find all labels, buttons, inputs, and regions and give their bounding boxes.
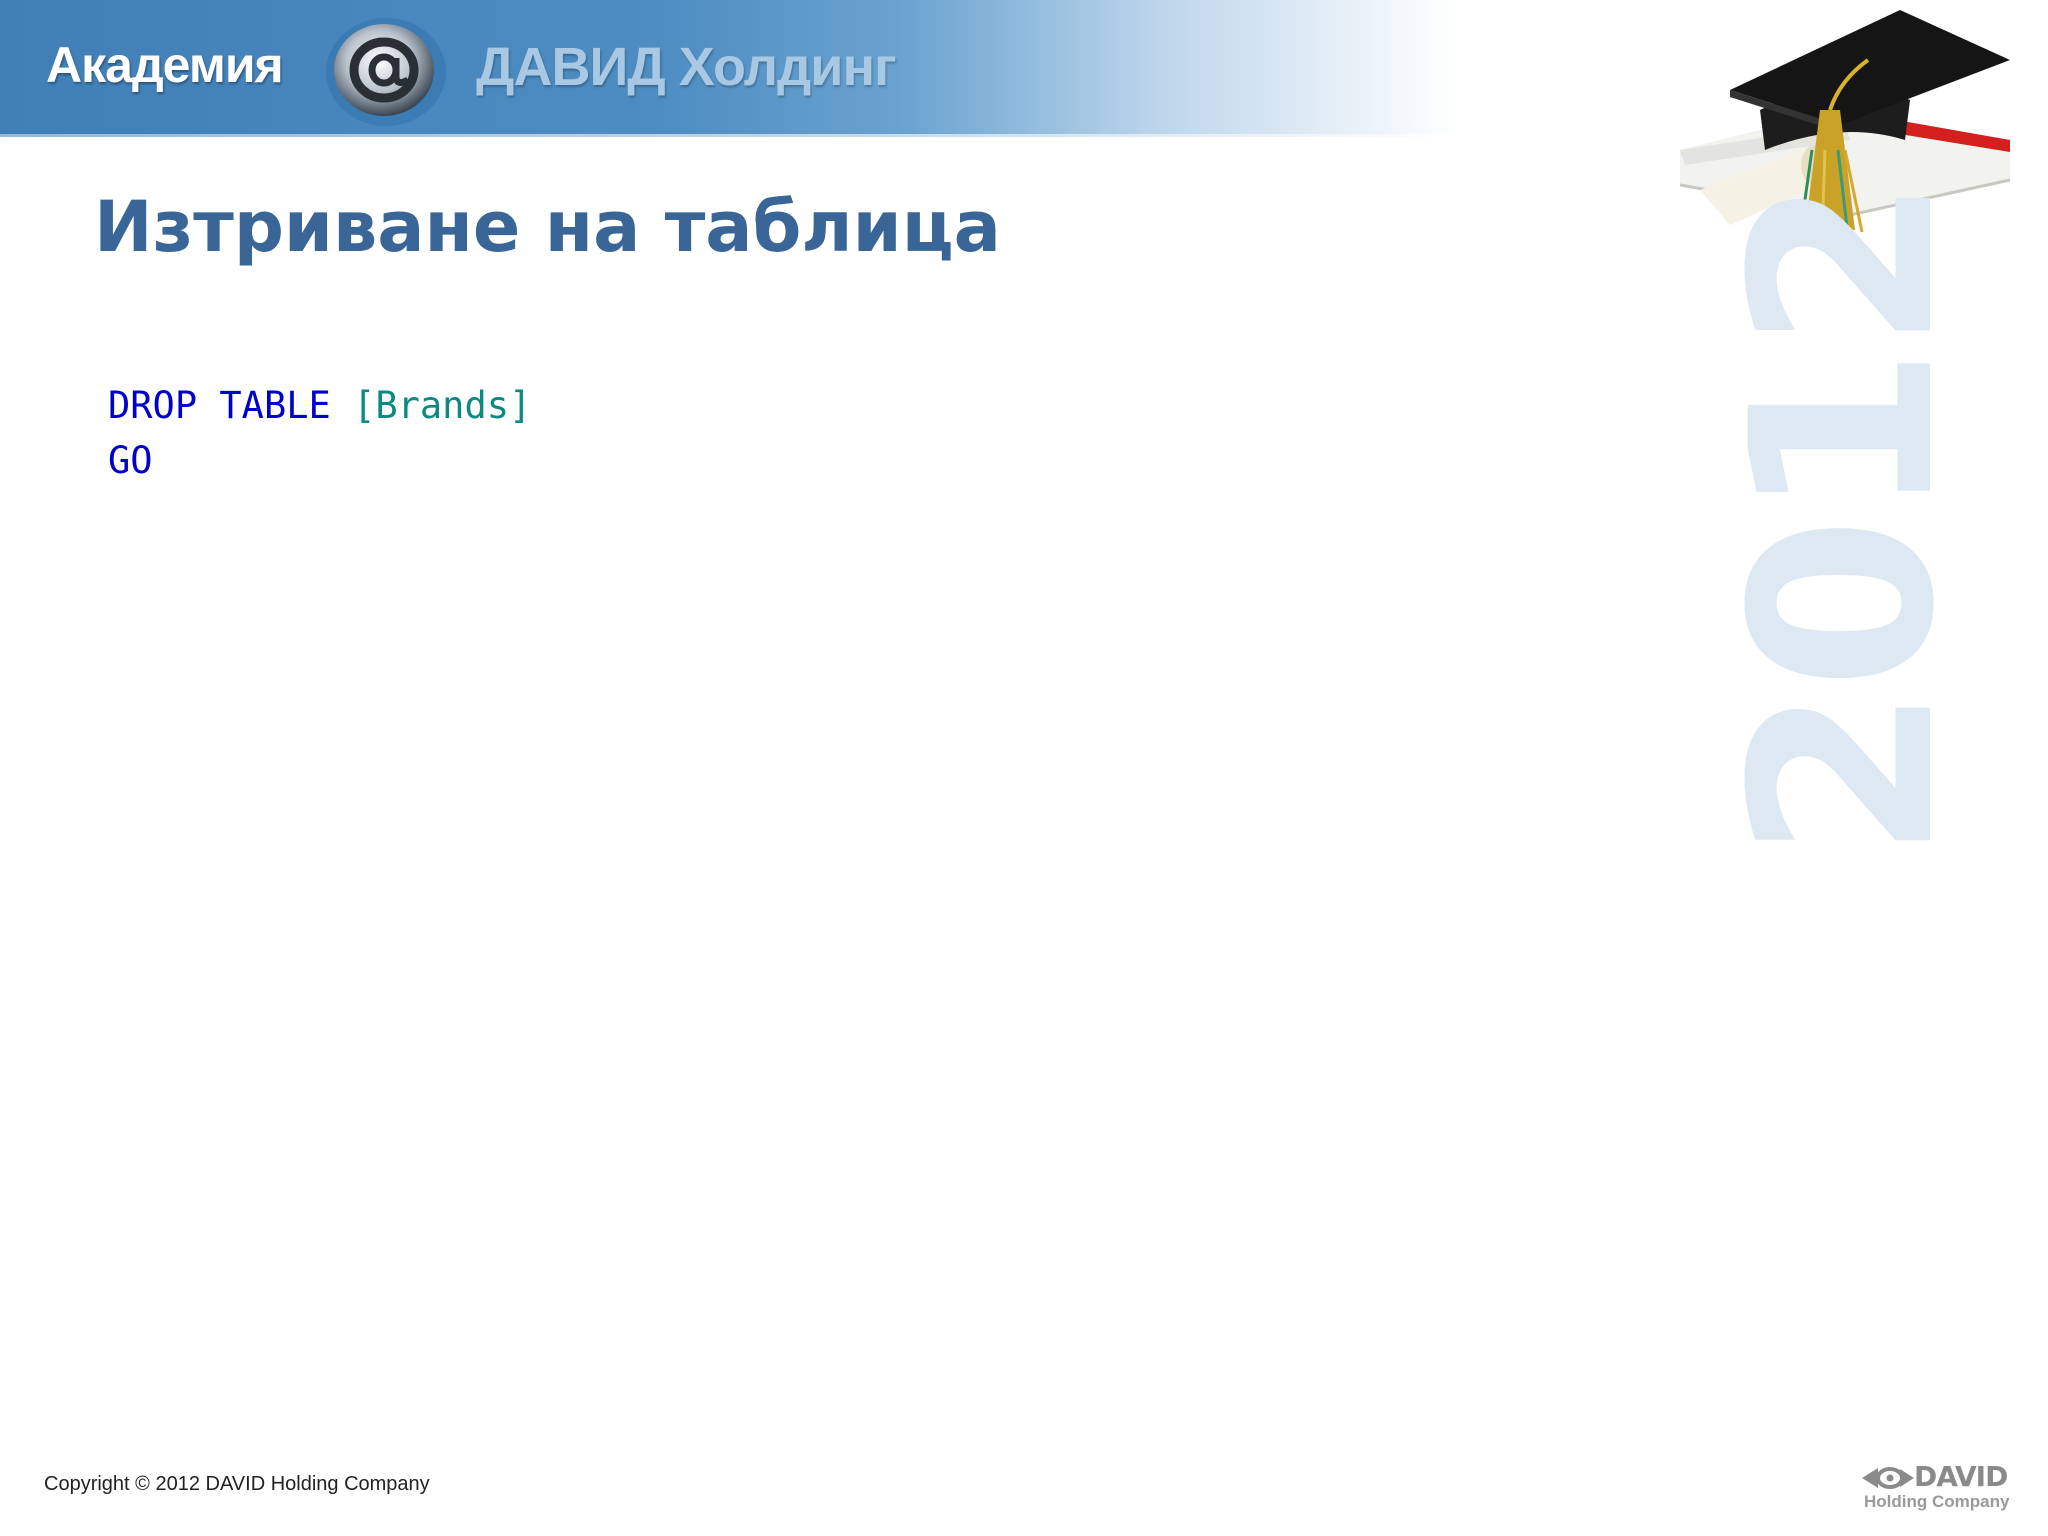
footer-logo-name: DAVID <box>1914 1460 2008 1493</box>
slide-title: Изтриване на таблица <box>94 186 1001 268</box>
footer-logo-subtitle: Holding Company <box>1864 1492 2010 1511</box>
year-watermark: 2012 <box>1698 180 1989 860</box>
footer-logo: DAVID Holding Company <box>1860 1460 2016 1520</box>
code-block: DROP TABLE [Brands] GO <box>108 378 531 488</box>
code-keyword-table: TABLE <box>219 384 331 427</box>
header-company-label: ДАВИД Холдинг <box>476 37 897 97</box>
code-line-2: GO <box>108 433 531 488</box>
copyright-text: Copyright © 2012 DAVID Holding Company <box>44 1473 430 1495</box>
code-line-1: DROP TABLE [Brands] <box>108 378 531 433</box>
code-keyword-go: GO <box>108 439 153 482</box>
slide: Академия ДАВИД Холдинг 2012 Изтриване на… <box>0 0 2048 1536</box>
header-divider <box>0 134 1460 137</box>
david-eye-logo-icon <box>1862 1467 1914 1489</box>
header-academy-label: Академия <box>46 37 284 93</box>
at-sign-logo-icon <box>326 18 446 126</box>
code-keyword-drop: DROP <box>108 384 198 427</box>
code-identifier-brands: [Brands] <box>353 384 532 427</box>
